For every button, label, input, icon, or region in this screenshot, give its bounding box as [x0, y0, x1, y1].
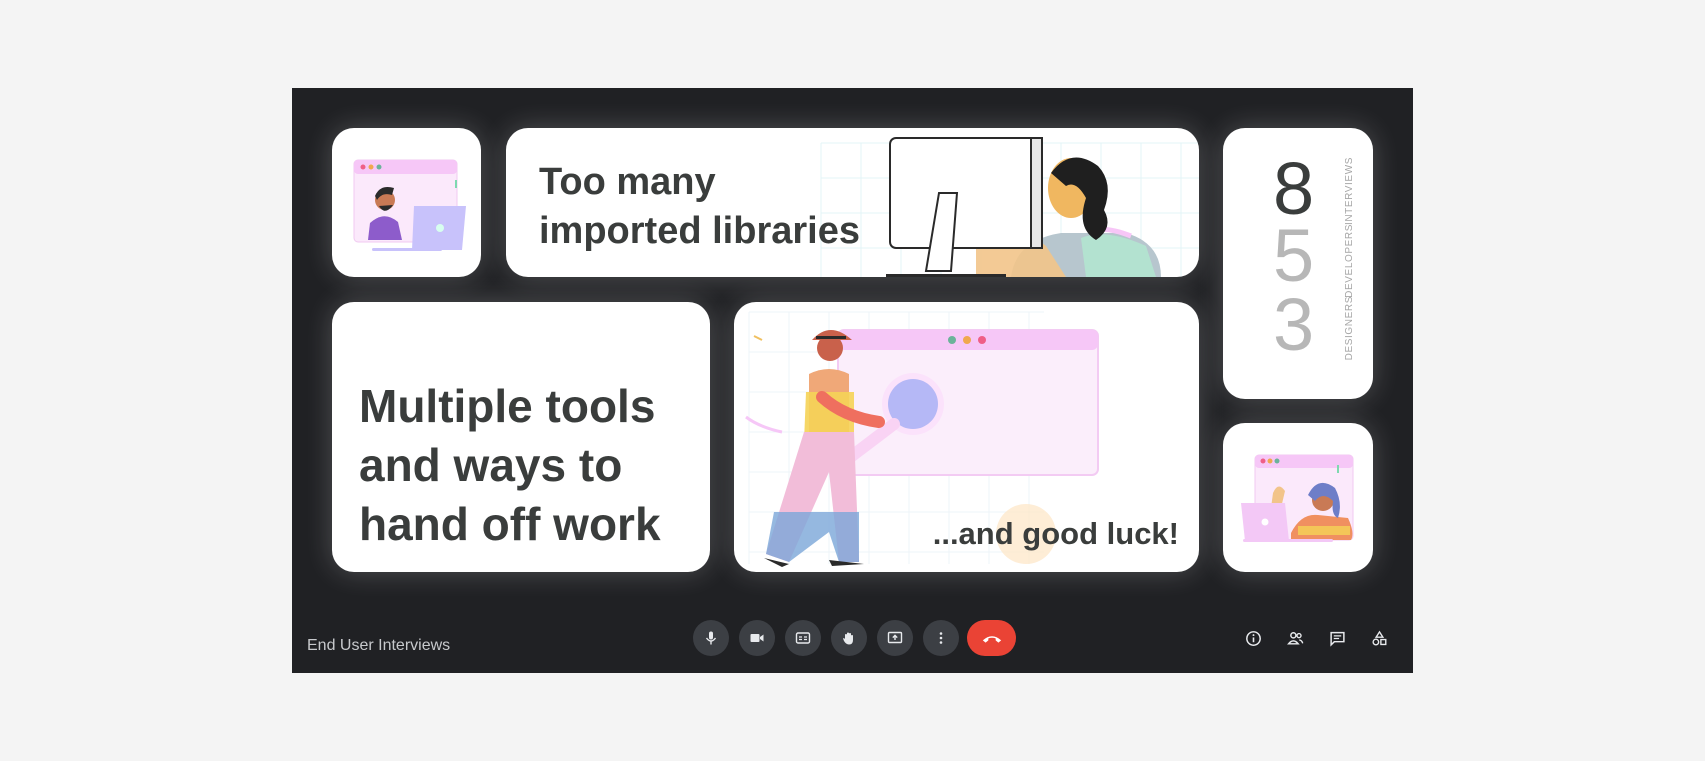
- participants-button[interactable]: [1284, 627, 1306, 649]
- chat-button[interactable]: [1326, 627, 1348, 649]
- person-at-laptop-illustration: [353, 159, 466, 251]
- microphone-icon: [705, 631, 717, 645]
- meeting-info-button[interactable]: [1242, 627, 1264, 649]
- activities-button[interactable]: [1368, 627, 1390, 649]
- shapes-icon: [1371, 630, 1386, 645]
- raise-hand-button[interactable]: [831, 620, 867, 656]
- present-screen-icon: [887, 631, 903, 644]
- interviews-label: INTERVIEWS: [1344, 157, 1355, 226]
- multiple-tools-heading: Multiple tools and ways to hand off work: [359, 380, 661, 550]
- camera-button[interactable]: [739, 620, 775, 656]
- slide-banner: Too many imported libraries: [506, 128, 1199, 277]
- developers-count: 5: [1273, 214, 1315, 297]
- banner-heading: Too many imported libraries: [539, 161, 860, 252]
- end-call-button[interactable]: [967, 620, 1016, 656]
- woman-at-laptop-illustration: [1241, 454, 1354, 542]
- designers-count: 3: [1273, 283, 1315, 366]
- people-icon: [1286, 631, 1303, 645]
- present-button[interactable]: [877, 620, 913, 656]
- slide-good-luck: ...and good luck!: [734, 302, 1199, 572]
- slide-multiple-tools: Multiple tools and ways to hand off work: [332, 302, 710, 572]
- meeting-window: Too many imported libraries 8 INTERVIEWS…: [292, 88, 1413, 673]
- video-camera-icon: [750, 634, 764, 642]
- closed-captions-icon: [795, 632, 811, 644]
- good-luck-heading: ...and good luck!: [932, 516, 1179, 551]
- microphone-button[interactable]: [693, 620, 729, 656]
- phone-hangup-icon: [982, 635, 1001, 643]
- meeting-title: End User Interviews: [307, 637, 451, 654]
- interview-stats-panel: 8 INTERVIEWS 5 DEVELOPERS 3 DESIGNERS: [1223, 128, 1373, 399]
- info-icon: [1245, 630, 1261, 646]
- participant-tile-2[interactable]: [1223, 423, 1373, 572]
- more-vertical-icon: [939, 632, 943, 644]
- more-options-button[interactable]: [923, 620, 959, 656]
- captions-button[interactable]: [785, 620, 821, 656]
- developers-label: DEVELOPERS: [1344, 224, 1355, 298]
- chat-icon: [1329, 631, 1345, 647]
- hand-icon: [843, 632, 853, 645]
- participant-tile-1[interactable]: [332, 128, 481, 277]
- designers-label: DESIGNERS: [1344, 296, 1355, 361]
